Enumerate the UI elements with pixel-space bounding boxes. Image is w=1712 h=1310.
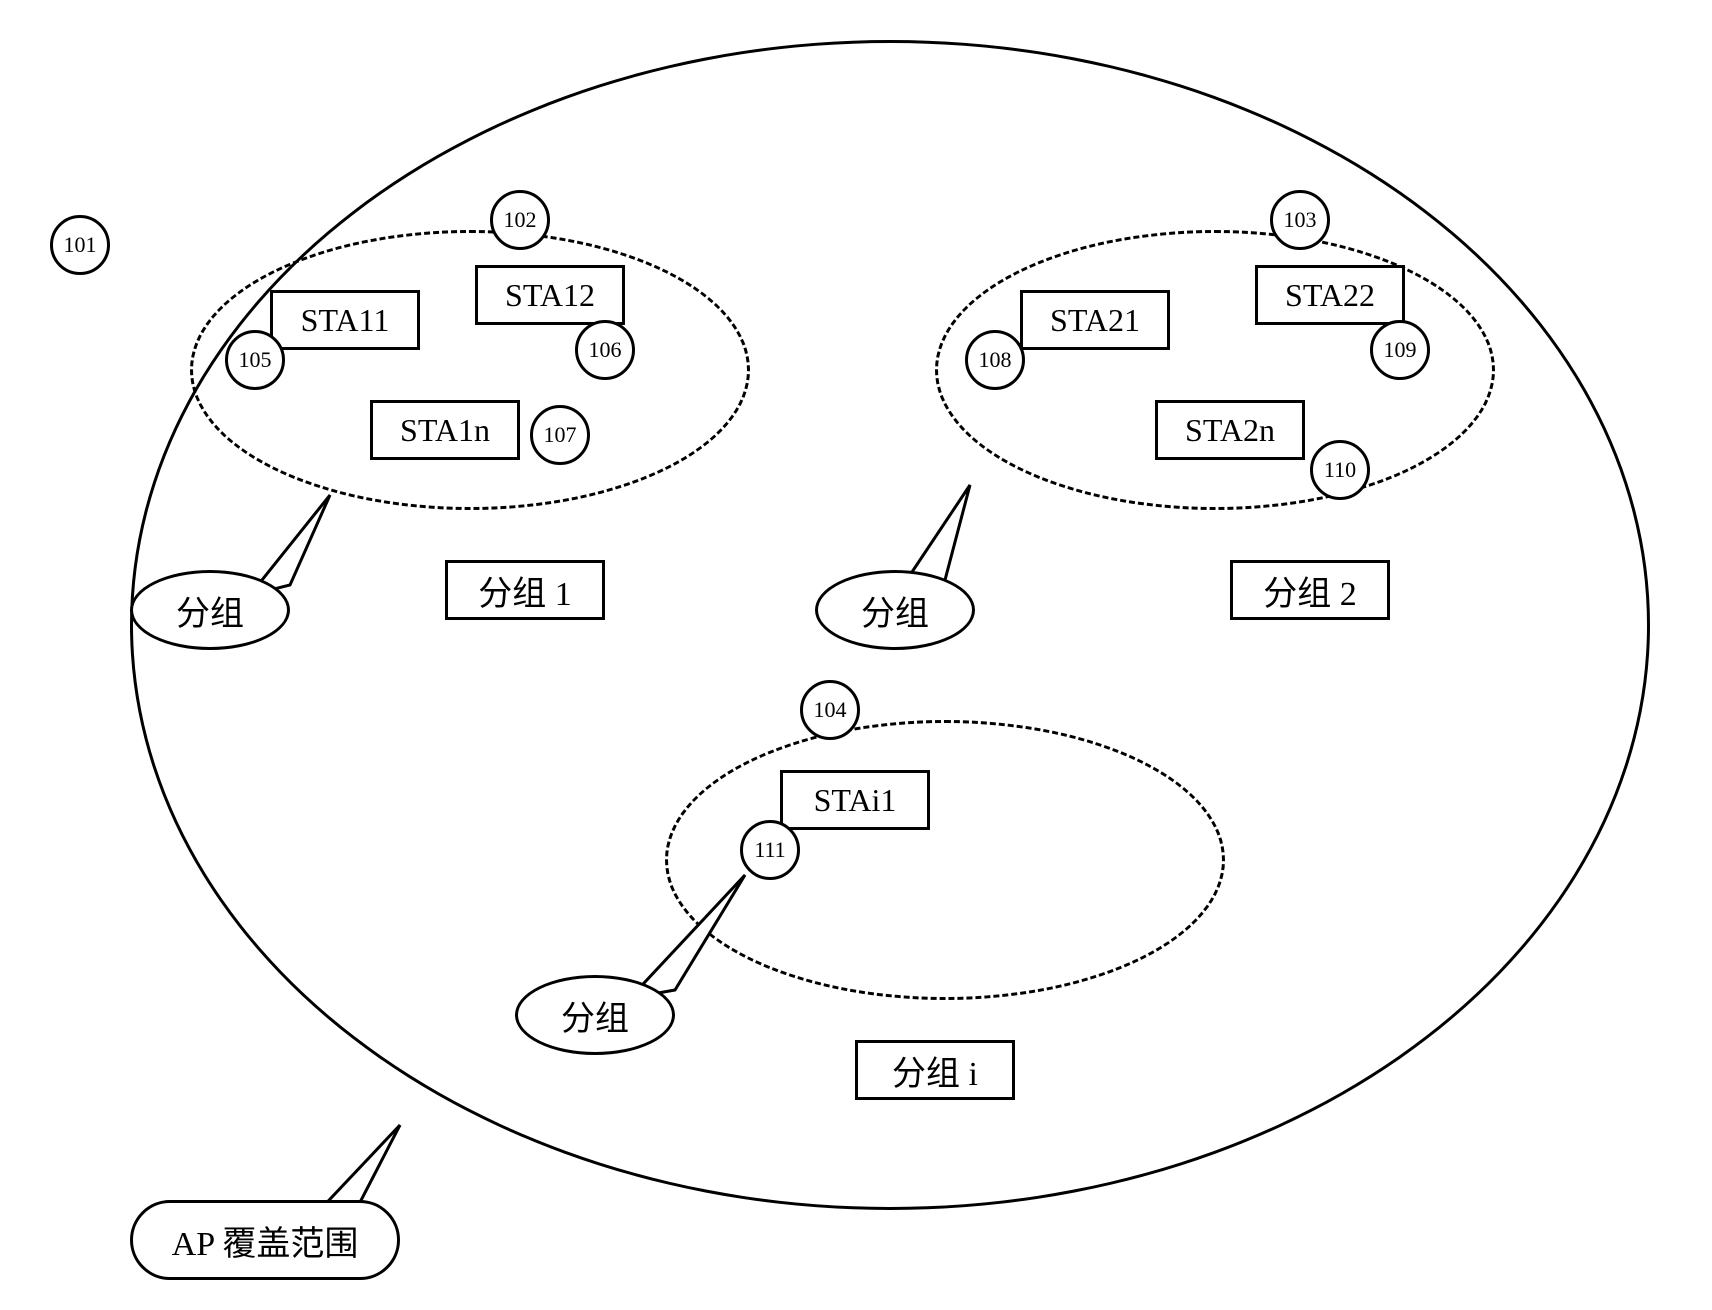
node-104: 104 — [800, 680, 860, 740]
node-label: 108 — [979, 347, 1012, 373]
node-105: 105 — [225, 330, 285, 390]
node-label: 109 — [1384, 337, 1417, 363]
sta-label: STA21 — [1050, 302, 1140, 339]
group-callout-1: 分组 — [130, 570, 290, 650]
group-callout-2: 分组 — [815, 570, 975, 650]
node-label: 110 — [1324, 457, 1356, 483]
node-label: 101 — [64, 232, 97, 258]
callout-label: 分组 — [561, 991, 629, 1040]
sta11-box: STA11 — [270, 290, 420, 350]
sta-label: STA1n — [400, 412, 490, 449]
sta21-box: STA21 — [1020, 290, 1170, 350]
stai1-box: STAi1 — [780, 770, 930, 830]
node-106: 106 — [575, 320, 635, 380]
sta-label: STAi1 — [814, 782, 897, 819]
node-label: 106 — [589, 337, 622, 363]
node-label: 111 — [754, 837, 785, 863]
node-107: 107 — [530, 405, 590, 465]
node-101: 101 — [50, 215, 110, 275]
node-108: 108 — [965, 330, 1025, 390]
group-label: 分组 2 — [1263, 566, 1357, 615]
sta-label: STA11 — [301, 302, 390, 339]
node-102: 102 — [490, 190, 550, 250]
node-110: 110 — [1310, 440, 1370, 500]
sta-label: STA12 — [505, 277, 595, 314]
sta12-box: STA12 — [475, 265, 625, 325]
coverage-label: AP 覆盖范围 — [172, 1216, 359, 1265]
sta-label: STA22 — [1285, 277, 1375, 314]
node-103: 103 — [1270, 190, 1330, 250]
group1-label-box: 分组 1 — [445, 560, 605, 620]
node-109: 109 — [1370, 320, 1430, 380]
node-label: 105 — [239, 347, 272, 373]
sta1n-box: STA1n — [370, 400, 520, 460]
group-label: 分组 1 — [478, 566, 572, 615]
ap-coverage-callout: AP 覆盖范围 — [130, 1200, 400, 1280]
node-label: 104 — [814, 697, 847, 723]
sta-label: STA2n — [1185, 412, 1275, 449]
group-callout-3: 分组 — [515, 975, 675, 1055]
callout-label: 分组 — [861, 586, 929, 635]
sta22-box: STA22 — [1255, 265, 1405, 325]
group2-label-box: 分组 2 — [1230, 560, 1390, 620]
node-label: 107 — [544, 422, 577, 448]
sta2n-box: STA2n — [1155, 400, 1305, 460]
callout-label: 分组 — [176, 586, 244, 635]
node-label: 102 — [504, 207, 537, 233]
groupi-label-box: 分组 i — [855, 1040, 1015, 1100]
group-label: 分组 i — [892, 1046, 978, 1095]
node-label: 103 — [1284, 207, 1317, 233]
